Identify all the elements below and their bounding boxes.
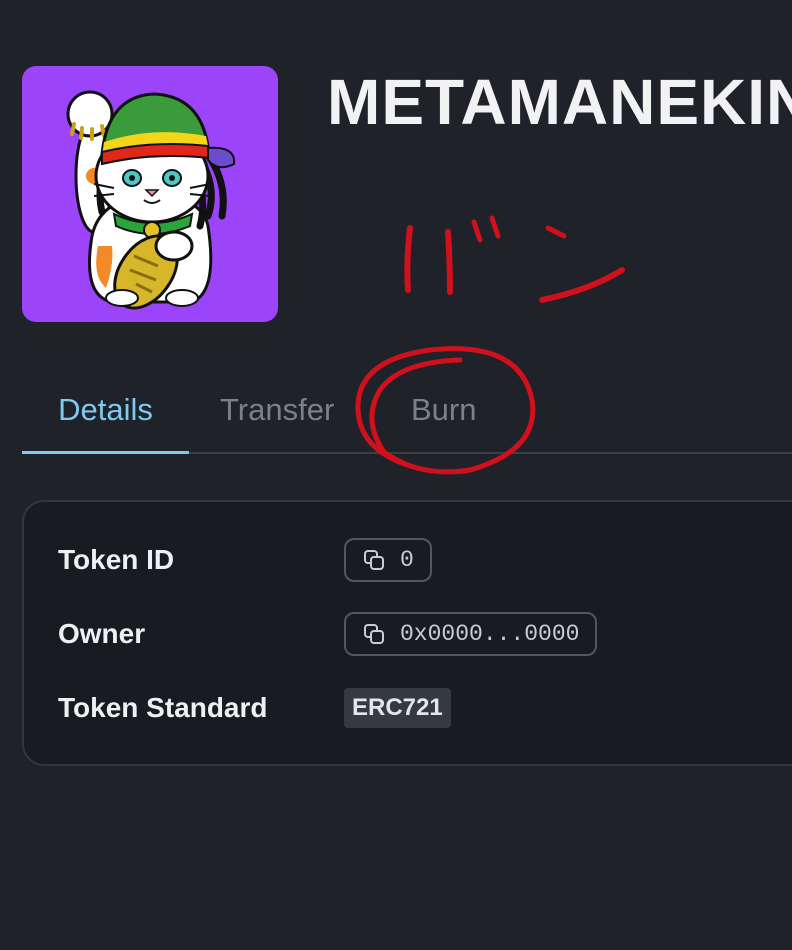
annotation-stroke xyxy=(489,215,501,239)
tab-transfer[interactable]: Transfer xyxy=(220,378,350,452)
copy-icon xyxy=(364,550,384,570)
owner-address-value: 0x0000...0000 xyxy=(400,621,580,647)
copy-icon xyxy=(364,624,384,644)
owner-copy-button[interactable]: 0x0000...0000 xyxy=(344,612,598,656)
maneki-neko-cat-image xyxy=(66,90,236,310)
nft-image xyxy=(22,66,278,322)
tab-bar: Details Transfer Burn xyxy=(22,378,792,454)
token-standard-badge: ERC721 xyxy=(344,688,451,728)
token-id-copy-button[interactable]: 0 xyxy=(344,538,432,582)
annotation-stroke xyxy=(445,229,453,295)
token-details-card: Token ID 0 Owner 0x0000...0000 Token Sta… xyxy=(22,500,792,766)
tab-details[interactable]: Details xyxy=(22,378,189,454)
tab-burn[interactable]: Burn xyxy=(411,378,501,452)
annotation-stroke xyxy=(539,267,625,303)
token-id-label: Token ID xyxy=(58,544,175,575)
annotation-stroke xyxy=(471,219,483,243)
annotation-stroke xyxy=(404,225,413,293)
annotation-stroke xyxy=(545,225,567,239)
owner-label: Owner xyxy=(58,618,146,649)
token-standard-label: Token Standard xyxy=(58,692,268,723)
nft-title: METAMANEKIN xyxy=(327,66,792,138)
nft-detail-page: METAMANEKIN Details Transfer Burn Token … xyxy=(0,0,792,950)
token-id-value: 0 xyxy=(400,547,414,573)
